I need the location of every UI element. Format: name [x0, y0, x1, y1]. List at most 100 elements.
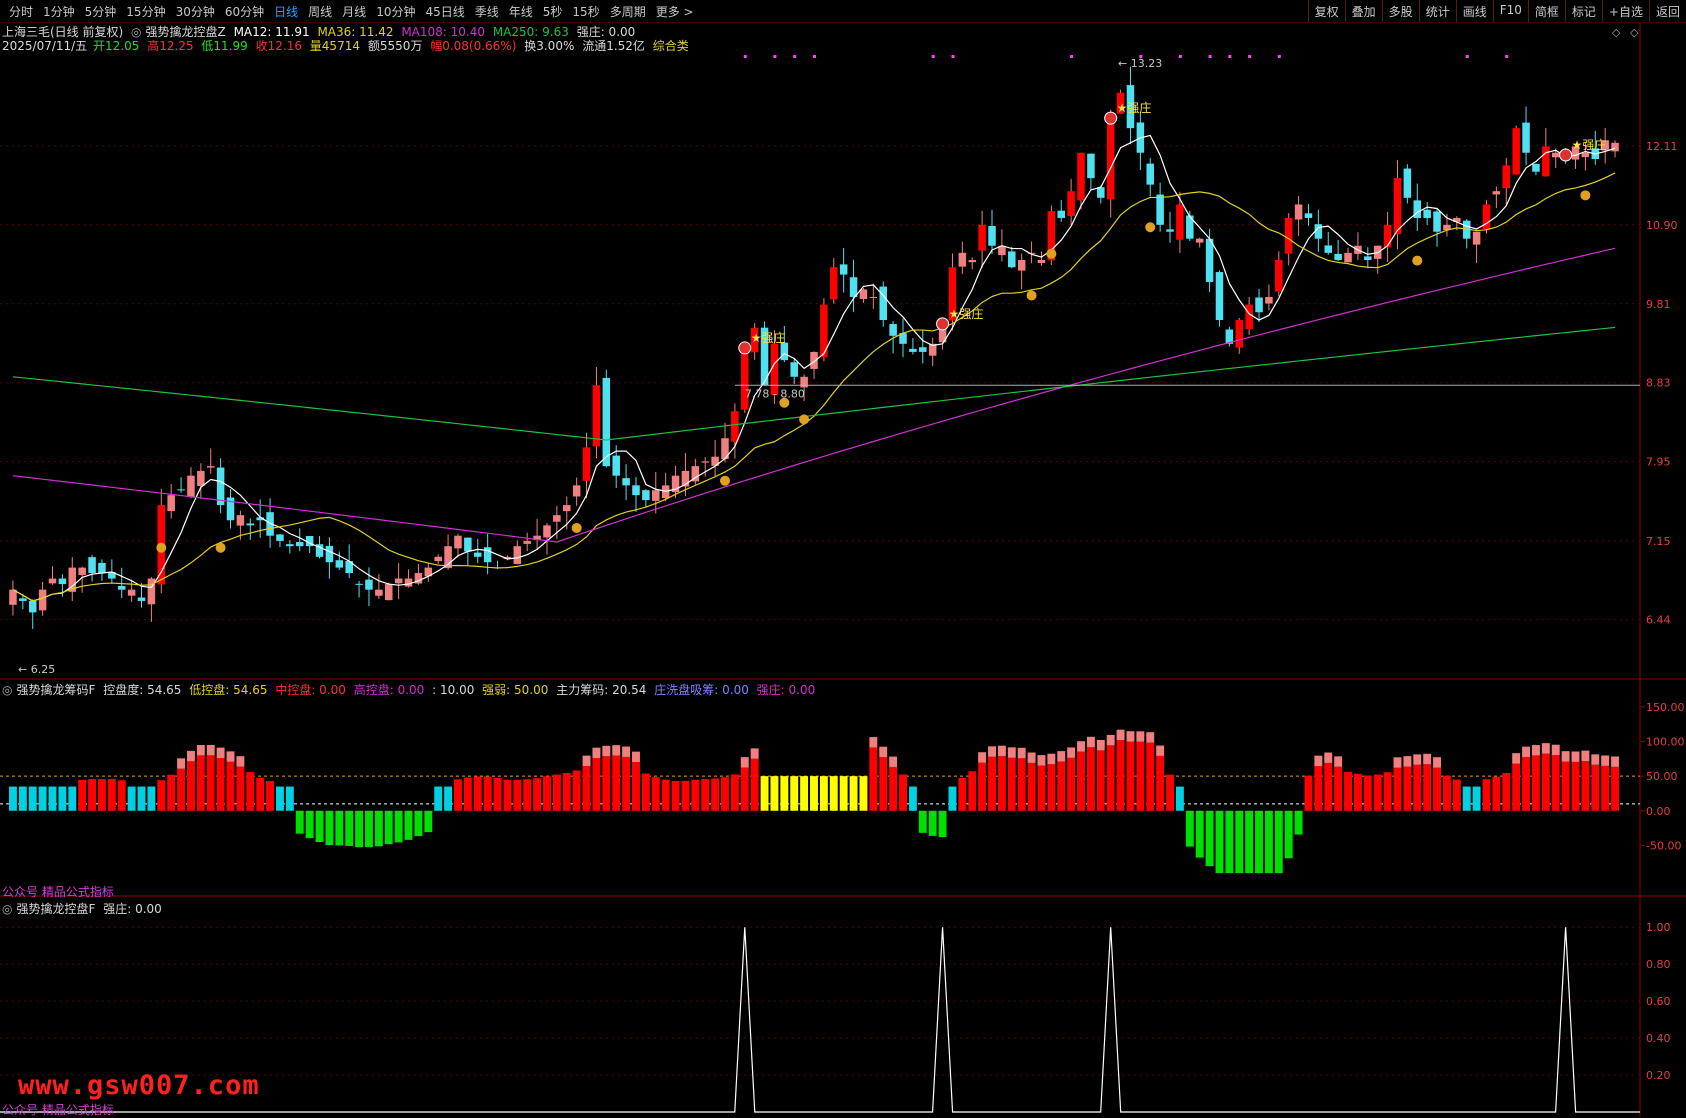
p2-bar: [295, 810, 304, 834]
p2-bar: [28, 786, 37, 811]
p2-bar: [849, 776, 858, 811]
extra-value: : 10.00: [432, 683, 475, 697]
p2-bar: [1512, 763, 1521, 811]
p2-bar-top: [1027, 752, 1036, 763]
p2-bar: [1472, 786, 1481, 811]
p2-bar: [48, 786, 57, 811]
kline-chart[interactable]: 12.11 10.90 9.81 8.83 7.95 7.15 6.44 7.78 - 8.8…: [0, 0, 1686, 1117]
p2-bar: [384, 810, 393, 845]
p3-axis-label: 0.80: [1646, 958, 1671, 971]
p2-bar: [938, 810, 947, 838]
p2-bar-top: [1611, 756, 1620, 767]
p2-bar: [147, 786, 156, 811]
p2-bar: [325, 810, 334, 846]
candle-body: [1166, 229, 1174, 232]
candle-body: [810, 351, 818, 369]
candle-body: [365, 579, 373, 590]
signal-dot: [1248, 55, 1252, 58]
p2-bar: [1363, 775, 1372, 811]
p2-bar-top: [612, 745, 621, 756]
p2-bar-top: [236, 756, 245, 767]
candle-body: [394, 578, 403, 584]
candle-body: [206, 466, 215, 468]
p2-bar-top: [1423, 753, 1432, 765]
p3-axis-label: 1.00: [1646, 921, 1671, 934]
p2-bar: [721, 777, 729, 811]
candle-body: [78, 567, 86, 575]
candle-body: [889, 324, 897, 336]
p2-bar: [899, 774, 907, 811]
p2-bar-top: [889, 756, 898, 767]
qiangruo-value: 强弱: 50.00: [482, 683, 549, 697]
ma250-line: [12, 326, 1616, 441]
candle-body: [167, 495, 175, 512]
p3-axis-label: 0.20: [1646, 1069, 1671, 1082]
p2-bar-top: [1541, 743, 1550, 754]
candle-body: [612, 455, 620, 476]
p2-bar-top: [592, 747, 601, 759]
candle-body: [1364, 256, 1372, 261]
candle-body: [355, 583, 363, 585]
p2-bar-top: [1591, 754, 1600, 765]
price-axis-label: 8.83: [1646, 377, 1671, 390]
p2-bar-top: [582, 755, 591, 766]
p2-bar: [1571, 761, 1580, 811]
p2-bar: [730, 774, 739, 811]
p2-bar-top: [1324, 752, 1333, 763]
p2-bar: [800, 776, 809, 811]
candle-body: [1156, 194, 1164, 225]
xipan-value: 庄洗盘吸筹: 0.00: [654, 683, 749, 697]
p2-bar-top: [879, 746, 888, 758]
price-axis-label: 10.90: [1646, 219, 1678, 232]
p2-bar: [1037, 765, 1046, 811]
p2-bar: [473, 776, 482, 811]
p2-bar: [691, 779, 700, 811]
diamond-icon: ◇: [1630, 26, 1639, 39]
candle-body: [454, 535, 462, 549]
p2-bar: [1531, 755, 1540, 811]
candle-body: [9, 589, 17, 605]
p2-bar: [1116, 740, 1125, 811]
p2-bar: [641, 773, 650, 811]
p2-bar: [948, 786, 957, 811]
p2-bar: [246, 772, 255, 811]
p2-bar: [829, 776, 838, 811]
p2-bar-top: [187, 750, 195, 762]
p2-bar: [1591, 764, 1600, 811]
panel2-name[interactable]: 强势擒龙筹码F: [16, 683, 95, 697]
p2-axis-label: -50.00: [1646, 839, 1681, 852]
candle-body: [1008, 251, 1016, 268]
p2-bar-top: [1057, 751, 1066, 762]
candle-body: [1324, 245, 1333, 253]
settings-icon[interactable]: ◎: [2, 902, 12, 916]
panel3-name[interactable]: 强势擒龙控盘F: [16, 902, 95, 916]
p2-bar: [1334, 766, 1343, 811]
p2-bar: [632, 762, 640, 811]
candle-body: [523, 540, 531, 544]
candle-body: [1512, 128, 1520, 175]
signal-dot: [951, 55, 955, 58]
candle-body: [909, 348, 917, 352]
money-bag-icon: [719, 475, 730, 486]
settings-icon[interactable]: ◎: [2, 683, 12, 697]
p2-bar: [839, 776, 848, 811]
p2-bar: [503, 779, 512, 811]
signal-dot: [1465, 55, 1469, 58]
p2-bar-top: [1156, 745, 1165, 756]
candle-body: [1245, 304, 1253, 330]
candle-body: [1522, 122, 1530, 153]
p2-bar: [157, 780, 166, 811]
candle-body: [483, 547, 492, 563]
p2-bar-top: [1601, 755, 1610, 766]
candle-body: [473, 552, 482, 557]
p2-bar: [394, 810, 403, 843]
signal-dot: [743, 55, 747, 58]
p2-axis-label: 100.00: [1646, 736, 1685, 749]
p2-bar: [1007, 757, 1016, 811]
p2-bar: [1433, 767, 1441, 811]
p2-bar: [345, 810, 354, 846]
p3-axis-label: 0.60: [1646, 995, 1671, 1008]
p2-bar: [276, 786, 284, 811]
p2-bar: [908, 786, 917, 811]
p2-bar: [196, 755, 205, 811]
